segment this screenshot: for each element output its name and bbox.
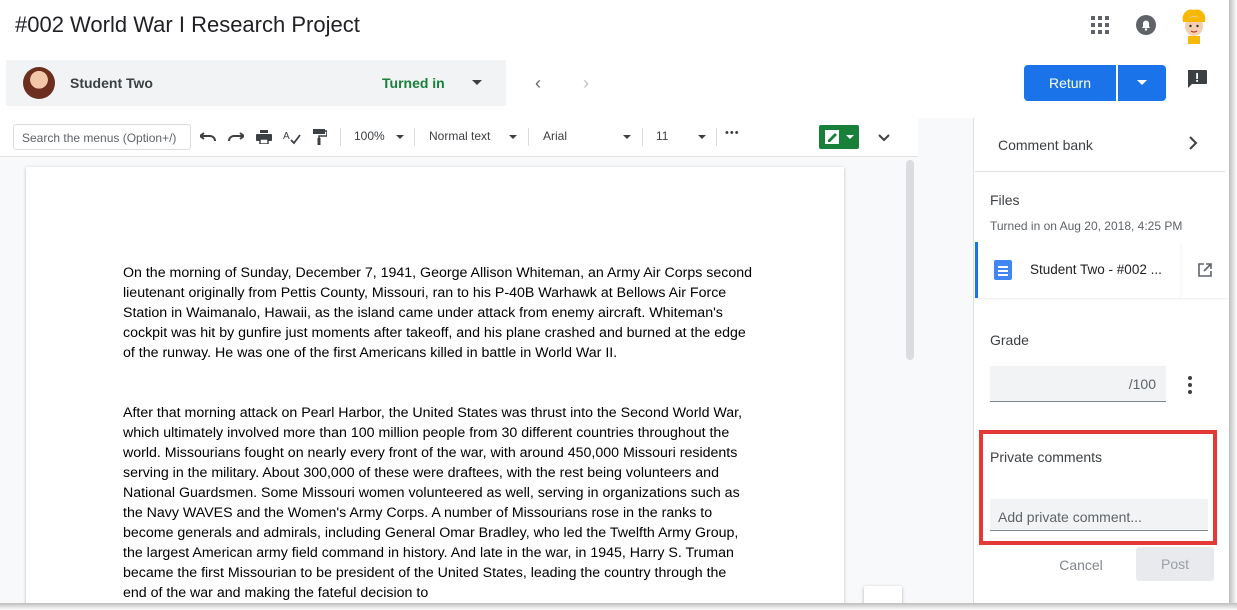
return-dropdown-button[interactable] [1118, 65, 1166, 101]
explore-button[interactable] [864, 586, 902, 603]
chevron-down-icon[interactable] [623, 135, 631, 139]
toolbar-divider [716, 128, 717, 146]
window-shadow [1229, 0, 1237, 610]
chevron-right-icon [1188, 135, 1198, 156]
app-window: #002 World War I Research Project Studen… [0, 0, 1229, 603]
chevron-up-collapse-icon[interactable] [874, 127, 894, 147]
turned-in-timestamp: Turned in on Aug 20, 2018, 4:25 PM [990, 219, 1183, 233]
grade-denominator: /100 [1128, 376, 1156, 392]
private-comment-input[interactable]: Add private comment... [990, 499, 1208, 531]
comment-bank-label: Comment bank [998, 137, 1093, 153]
toolbar-divider [528, 128, 529, 146]
student-name: Student Two [70, 75, 153, 91]
document-paragraph: After that morning attack on Pearl Harbo… [123, 405, 743, 601]
post-button[interactable]: Post [1136, 547, 1214, 581]
spellcheck-icon[interactable]: A [282, 127, 302, 147]
font-size-select[interactable]: 11 [656, 129, 668, 143]
attached-file-card[interactable]: Student Two - #002 ... [975, 242, 1181, 298]
chevron-down-icon[interactable] [698, 135, 706, 139]
document-canvas: On the morning of Sunday, December 7, 19… [0, 156, 918, 603]
grade-heading: Grade [990, 332, 1029, 348]
comment-bank-row[interactable]: Comment bank [975, 118, 1225, 172]
zoom-select[interactable]: 100% [354, 129, 385, 143]
print-icon[interactable] [254, 127, 274, 147]
toolbar-divider [642, 128, 643, 146]
toolbar-divider [340, 128, 341, 146]
more-options-icon[interactable]: ••• [725, 127, 740, 139]
svg-text:A: A [283, 131, 290, 142]
edit-mode-button[interactable] [819, 125, 859, 149]
chevron-down-icon[interactable] [396, 135, 404, 139]
user-avatar-icon[interactable] [1178, 8, 1210, 44]
page-title: #002 World War I Research Project [15, 12, 360, 37]
document-page[interactable]: On the morning of Sunday, December 7, 19… [26, 167, 844, 603]
chevron-down-icon[interactable] [509, 135, 517, 139]
docs-toolbar: Search the menus (Option+/) A 100% Norma… [0, 118, 918, 156]
chevron-down-icon[interactable] [472, 80, 482, 85]
chevron-left-icon[interactable]: ‹ [528, 72, 548, 94]
window-shadow [0, 603, 1237, 610]
more-vert-icon[interactable] [1184, 375, 1196, 395]
open-external-icon[interactable] [1181, 242, 1229, 298]
toolbar-divider [414, 128, 415, 146]
return-button[interactable]: Return [1024, 65, 1116, 101]
apps-icon[interactable] [1087, 12, 1113, 38]
menu-search-input[interactable]: Search the menus (Option+/) [13, 124, 191, 150]
panel-gutter [918, 118, 974, 603]
submission-status: Turned in [382, 75, 445, 91]
font-select[interactable]: Arial [543, 129, 567, 143]
grade-input[interactable]: /100 [990, 366, 1166, 402]
notifications-icon[interactable] [1133, 12, 1159, 38]
feedback-icon[interactable] [1186, 69, 1208, 89]
redo-icon[interactable] [226, 127, 246, 147]
files-heading: Files [990, 192, 1020, 208]
undo-icon[interactable] [198, 127, 218, 147]
private-comments-heading: Private comments [990, 449, 1103, 465]
document-paragraph: On the morning of Sunday, December 7, 19… [123, 265, 753, 361]
doc-icon [994, 260, 1012, 280]
file-name: Student Two - #002 ... [1030, 262, 1162, 277]
document-scrollbar[interactable] [906, 160, 914, 360]
paint-format-icon[interactable] [310, 127, 330, 147]
cancel-button[interactable]: Cancel [1048, 551, 1114, 579]
student-selector[interactable]: Student Two Turned in [6, 60, 506, 106]
chevron-right-icon[interactable]: › [576, 72, 596, 94]
student-avatar [23, 67, 55, 99]
style-select[interactable]: Normal text [429, 129, 490, 143]
